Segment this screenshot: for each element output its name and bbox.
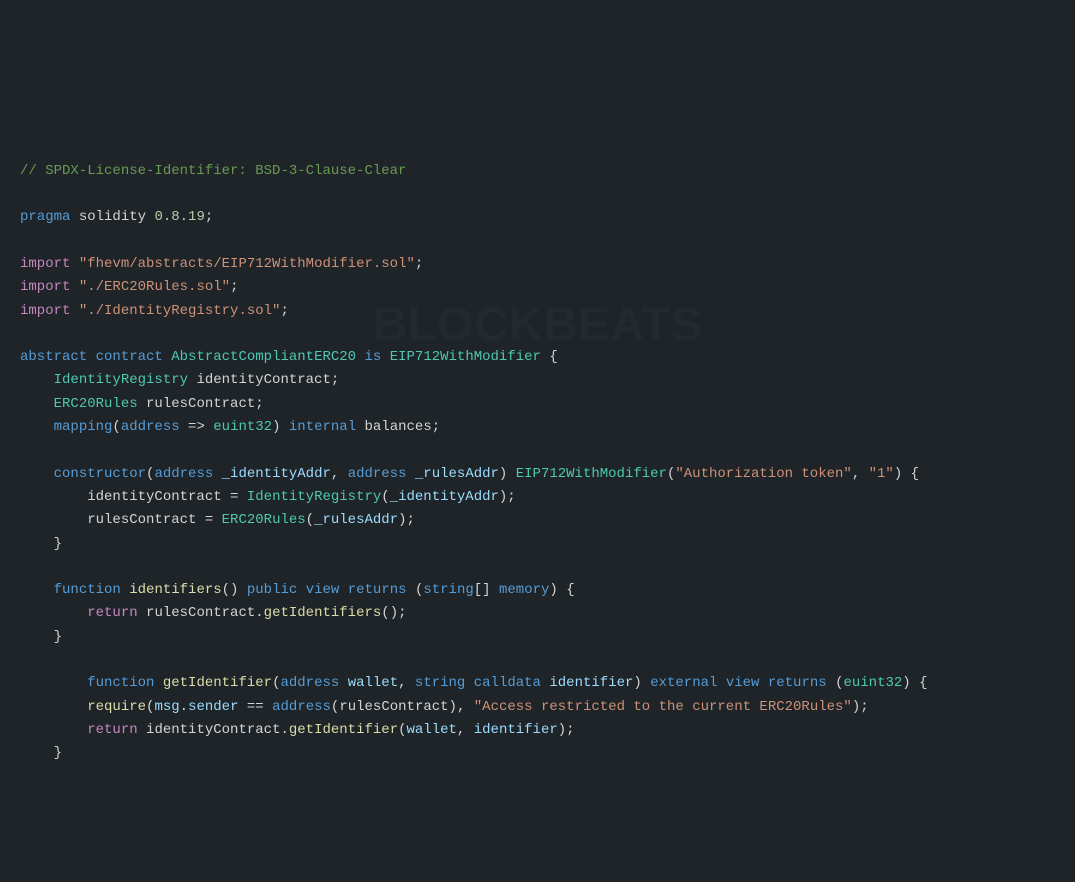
function-keyword: function <box>54 582 121 598</box>
function-name: identifiers <box>129 582 221 598</box>
auth-string: "Authorization token" <box>675 466 851 482</box>
address-type: address <box>348 466 407 482</box>
import-keyword: import <box>20 279 70 295</box>
version-number: 0.8.19 <box>154 209 204 225</box>
return-keyword: return <box>87 605 137 621</box>
euint32-type: euint32 <box>213 419 272 435</box>
msg-var: msg <box>154 699 179 715</box>
calldata-keyword: calldata <box>474 675 541 691</box>
address-cast: address <box>272 699 331 715</box>
return-keyword: return <box>87 722 137 738</box>
parent-type: EIP712WithModifier <box>390 349 541 365</box>
abstract-keyword: abstract <box>20 349 87 365</box>
assign-var: identityContract <box>87 489 221 505</box>
euint32-type: euint32 <box>843 675 902 691</box>
cast-type: ERC20Rules <box>222 512 306 528</box>
arg-var: identifier <box>474 722 558 738</box>
assign-var: rulesContract <box>87 512 196 528</box>
cast-type: IdentityRegistry <box>247 489 381 505</box>
sender-prop: sender <box>188 699 238 715</box>
param-var: _rulesAddr <box>415 466 499 482</box>
param-var: wallet <box>348 675 398 691</box>
function-keyword: function <box>87 675 154 691</box>
string-type: string <box>423 582 473 598</box>
param-var: _identityAddr <box>222 466 331 482</box>
internal-keyword: internal <box>289 419 356 435</box>
modifier-call: EIP712WithModifier <box>516 466 667 482</box>
method-name: getIdentifier <box>289 722 398 738</box>
constructor-keyword: constructor <box>54 466 146 482</box>
rules-var: rulesContract <box>339 699 448 715</box>
mapping-keyword: mapping <box>54 419 113 435</box>
function-name: getIdentifier <box>163 675 272 691</box>
public-keyword: public <box>247 582 297 598</box>
balances-var: balances <box>365 419 432 435</box>
call-var: rulesContract <box>146 605 255 621</box>
error-string: "Access restricted to the current ERC20R… <box>474 699 852 715</box>
import-keyword: import <box>20 303 70 319</box>
spdx-comment: // SPDX-License-Identifier: BSD-3-Clause… <box>20 163 406 179</box>
arg-var: _identityAddr <box>390 489 499 505</box>
view-keyword: view <box>306 582 340 598</box>
import-keyword: import <box>20 256 70 272</box>
field-type: IdentityRegistry <box>54 372 188 388</box>
import-path: "./ERC20Rules.sol" <box>79 279 230 295</box>
version-string: "1" <box>869 466 894 482</box>
arg-var: wallet <box>407 722 457 738</box>
call-var: identityContract <box>146 722 280 738</box>
external-keyword: external <box>650 675 717 691</box>
param-var: identifier <box>549 675 633 691</box>
contract-name: AbstractCompliantERC20 <box>171 349 356 365</box>
import-path: "./IdentityRegistry.sol" <box>79 303 281 319</box>
require-call: require <box>87 699 146 715</box>
contract-keyword: contract <box>96 349 163 365</box>
solidity-ident: solidity <box>79 209 146 225</box>
view-keyword: view <box>726 675 760 691</box>
field-type: ERC20Rules <box>54 396 138 412</box>
code-block: // SPDX-License-Identifier: BSD-3-Clause… <box>20 160 1055 766</box>
address-type: address <box>154 466 213 482</box>
returns-keyword: returns <box>768 675 827 691</box>
address-type: address <box>121 419 180 435</box>
address-type: address <box>280 675 339 691</box>
field-var: identityContract <box>196 372 330 388</box>
is-keyword: is <box>365 349 382 365</box>
arg-var: _rulesAddr <box>314 512 398 528</box>
memory-keyword: memory <box>499 582 549 598</box>
string-type: string <box>415 675 465 691</box>
returns-keyword: returns <box>348 582 407 598</box>
method-name: getIdentifiers <box>264 605 382 621</box>
field-var: rulesContract <box>146 396 255 412</box>
import-path: "fhevm/abstracts/EIP712WithModifier.sol" <box>79 256 415 272</box>
pragma-keyword: pragma <box>20 209 70 225</box>
